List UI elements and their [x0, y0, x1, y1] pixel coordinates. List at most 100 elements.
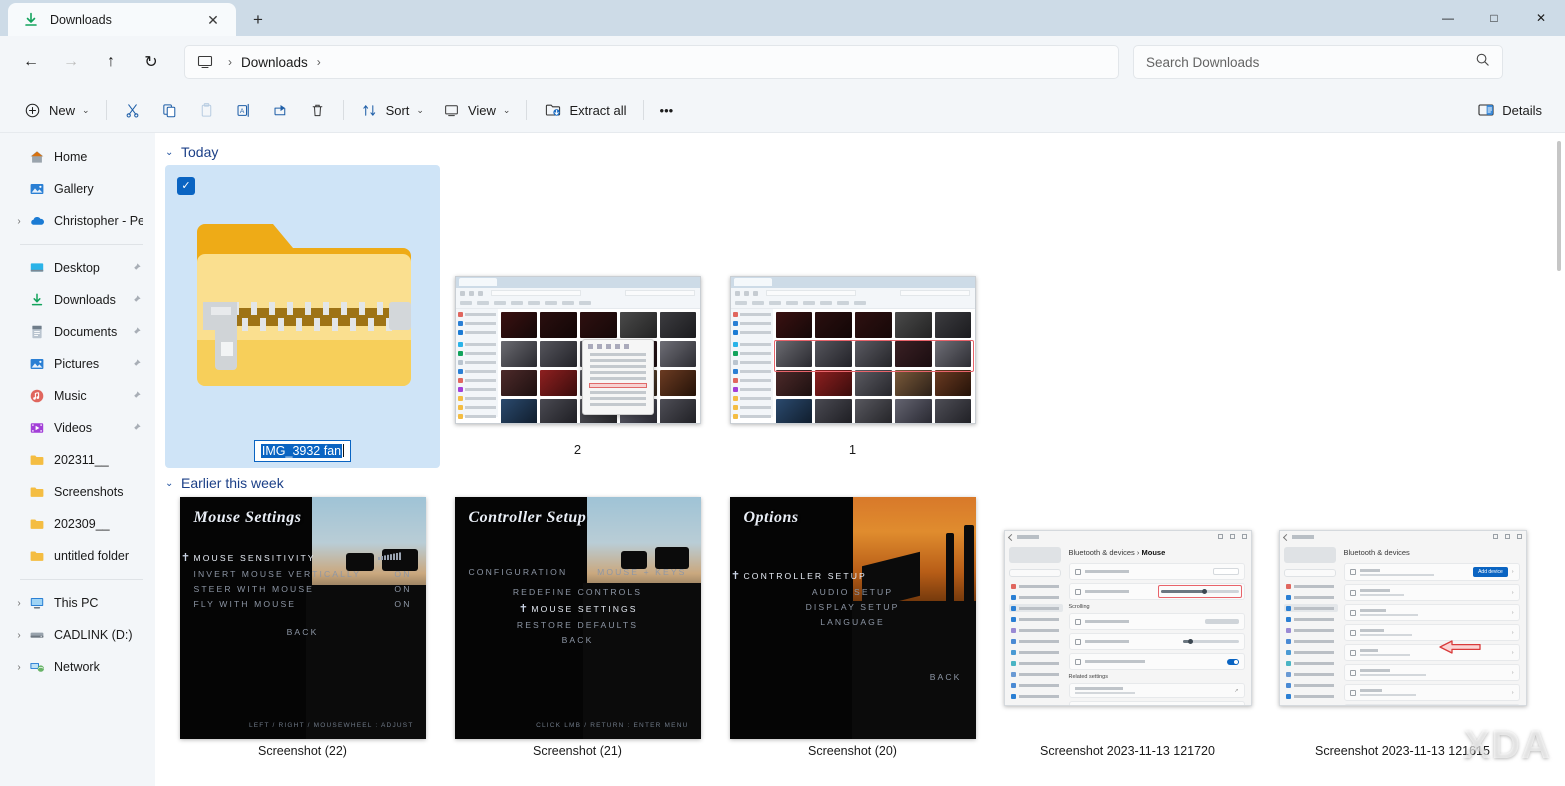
view-button[interactable]: View ⌄: [433, 94, 520, 126]
file-tile-screenshot-2[interactable]: 2: [440, 261, 715, 461]
extract-all-button[interactable]: Extract all: [534, 94, 635, 126]
up-button[interactable]: ↑: [94, 45, 128, 79]
chevron-down-icon-today[interactable]: ⌄: [165, 147, 181, 158]
maximize-button[interactable]: □: [1471, 0, 1517, 36]
file-tile-screenshot-20[interactable]: Options ✝ CONTROLLER SETUP AUDIO SETUP D…: [715, 496, 990, 776]
file-tile-screenshot-1[interactable]: 1: [715, 261, 990, 461]
game-row-configuration[interactable]: CONFIGURATION MOUSE + KEYS: [455, 567, 701, 577]
search-input[interactable]: [1146, 54, 1475, 70]
settings-card-mouse[interactable]: ›: [1343, 644, 1520, 661]
details-pane-button[interactable]: Details: [1467, 94, 1551, 126]
file-tile-zip-folder[interactable]: ✓ IMG_3932 fan: [165, 165, 440, 468]
rename-button[interactable]: A: [225, 94, 262, 126]
sidebar-item-music[interactable]: Music: [4, 380, 151, 412]
lines-to-scroll-slider[interactable]: [1182, 639, 1239, 644]
settings-card-autoplay[interactable]: ›: [1343, 684, 1520, 701]
game-row-redefine-controls[interactable]: REDEFINE CONTROLS: [455, 587, 701, 597]
pin-icon-documents[interactable]: [129, 326, 143, 338]
share-button[interactable]: [262, 94, 299, 126]
tab-downloads[interactable]: Downloads ✕: [8, 3, 236, 36]
sidebar-item-home[interactable]: Home: [4, 141, 151, 173]
more-options-button[interactable]: •••: [651, 94, 683, 126]
close-button[interactable]: ✕: [1517, 0, 1565, 36]
settings-card-pointer-speed[interactable]: [1068, 583, 1245, 600]
sidebar-item-desktop[interactable]: Desktop: [4, 252, 151, 284]
sidebar-item-screenshots[interactable]: Screenshots: [4, 476, 151, 508]
sidebar-item-202311[interactable]: 202311__: [4, 444, 151, 476]
chevron-down-icon-earlier[interactable]: ⌄: [165, 478, 181, 489]
game-row-audio-setup[interactable]: AUDIO SETUP: [730, 587, 976, 597]
group-header-earlier[interactable]: ⌄ Earlier this week: [155, 470, 1565, 496]
copy-button[interactable]: [151, 94, 188, 126]
cut-button[interactable]: [114, 94, 151, 126]
chevron-right-icon-this-pc[interactable]: ›: [10, 598, 28, 609]
close-tab-icon[interactable]: ✕: [200, 8, 226, 32]
chevron-right-icon-network[interactable]: ›: [10, 662, 28, 673]
breadcrumb-current[interactable]: Downloads: [241, 55, 308, 70]
pin-icon-desktop[interactable]: [129, 262, 143, 274]
settings-card-phone-link[interactable]: ›: [1343, 604, 1520, 621]
game-row-back[interactable]: BACK: [180, 627, 426, 637]
game-row-fly-with-mouse[interactable]: FLY WITH MOUSE ON: [180, 599, 426, 609]
game-row-mouse-settings[interactable]: ✝ MOUSE SETTINGS: [455, 602, 701, 615]
game-row-language[interactable]: LANGUAGE: [730, 617, 976, 627]
rename-input[interactable]: IMG_3932 fan: [253, 440, 352, 462]
sort-button[interactable]: Sort ⌄: [351, 94, 433, 126]
chevron-right-icon-onedrive[interactable]: ›: [10, 216, 28, 227]
group-header-today[interactable]: ⌄ Today: [155, 139, 1565, 165]
settings-card-pen-windows-ink[interactable]: ›: [1343, 664, 1520, 681]
settings-card-printers[interactable]: ›: [1343, 584, 1520, 601]
breadcrumb-trailing-chevron[interactable]: ›: [308, 55, 330, 69]
game-row-back-controller[interactable]: BACK: [455, 635, 701, 645]
delete-button[interactable]: [299, 94, 336, 126]
settings-card-primary-button[interactable]: [1068, 563, 1245, 580]
pin-icon-downloads[interactable]: [129, 294, 143, 306]
selection-checkbox[interactable]: ✓: [177, 177, 195, 195]
scroll-inactive-toggle[interactable]: [1226, 658, 1239, 665]
pin-icon-videos[interactable]: [129, 422, 143, 434]
chevron-right-icon-cadlink[interactable]: ›: [10, 630, 28, 641]
game-row-steer-with-mouse[interactable]: STEER WITH MOUSE ON: [180, 584, 426, 594]
game-row-mouse-sensitivity[interactable]: ✝ MOUSE SENSITIVITY: [180, 551, 426, 564]
add-device-button[interactable]: Add device: [1473, 567, 1508, 577]
search-box[interactable]: [1133, 45, 1503, 79]
file-tile-settings-bluetooth[interactable]: Bluetooth & devices Add device › › › › ›…: [1265, 496, 1540, 776]
settings-card-mouse-pointer[interactable]: ›: [1068, 701, 1245, 705]
sidebar-item-this-pc[interactable]: › This PC: [4, 587, 151, 619]
sidebar-item-cadlink[interactable]: › CADLINK (D:): [4, 619, 151, 651]
minimize-button[interactable]: —: [1425, 0, 1471, 36]
search-icon[interactable]: [1475, 52, 1490, 72]
sidebar-item-onedrive[interactable]: › Christopher - Perso: [4, 205, 151, 237]
settings-card-cameras[interactable]: ›: [1343, 624, 1520, 641]
sidebar-item-videos[interactable]: Videos: [4, 412, 151, 444]
settings-card-scroll-inactive[interactable]: [1068, 653, 1245, 670]
file-tile-screenshot-21[interactable]: Controller Setup CONFIGURATION MOUSE + K…: [440, 496, 715, 776]
file-list-pane[interactable]: ⌄ Today ✓ IMG_3932 fan 2 1 ⌄ Earlier thi…: [155, 133, 1565, 786]
forward-button[interactable]: →: [54, 45, 88, 79]
new-button[interactable]: New ⌄: [14, 94, 99, 126]
sidebar-item-documents[interactable]: Documents: [4, 316, 151, 348]
content-scrollbar[interactable]: [1554, 135, 1563, 784]
scrollbar-thumb[interactable]: [1557, 141, 1561, 271]
paste-button[interactable]: [188, 94, 225, 126]
sidebar-item-202309[interactable]: 202309__: [4, 508, 151, 540]
game-row-back-options[interactable]: BACK: [930, 672, 962, 682]
file-tile-settings-mouse[interactable]: Bluetooth & devices › Mouse Scrolling Re…: [990, 496, 1265, 776]
settings-card-lines-to-scroll[interactable]: [1068, 633, 1245, 650]
back-button[interactable]: ←: [14, 45, 48, 79]
new-tab-button[interactable]: +: [240, 3, 276, 36]
sidebar-item-downloads[interactable]: Downloads: [4, 284, 151, 316]
game-row-display-setup[interactable]: DISPLAY SETUP: [730, 602, 976, 612]
sidebar-item-untitled-folder[interactable]: untitled folder: [4, 540, 151, 572]
file-tile-screenshot-22[interactable]: Mouse Settings ✝ MOUSE SENSITIVITY INVER…: [165, 496, 440, 776]
settings-card-usb[interactable]: ›: [1343, 704, 1520, 705]
pin-icon-music[interactable]: [129, 390, 143, 402]
sidebar-item-gallery[interactable]: Gallery: [4, 173, 151, 205]
game-row-controller-setup[interactable]: ✝ CONTROLLER SETUP: [730, 569, 976, 582]
pin-icon-pictures[interactable]: [129, 358, 143, 370]
settings-card-additional[interactable]: ↗: [1068, 683, 1245, 698]
game-slider-widget[interactable]: [377, 552, 426, 563]
address-bar[interactable]: › Downloads ›: [184, 45, 1119, 79]
settings-card-wheel-scroll[interactable]: [1068, 613, 1245, 630]
settings-card-devices[interactable]: Add device ›: [1343, 563, 1520, 581]
